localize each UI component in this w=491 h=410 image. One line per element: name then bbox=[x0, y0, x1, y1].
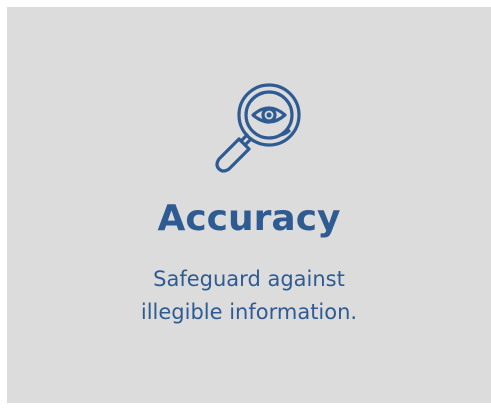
magnifier-eye-svg bbox=[215, 83, 301, 173]
description-line-2: illegible information. bbox=[140, 300, 358, 324]
card-description: Safeguard against illegible information. bbox=[7, 263, 491, 329]
magnifier-eye-icon bbox=[207, 79, 311, 183]
description-line-1: Safeguard against bbox=[153, 267, 345, 291]
feature-card: Accuracy Safeguard against illegible inf… bbox=[7, 7, 491, 403]
card-title: Accuracy bbox=[157, 198, 341, 239]
